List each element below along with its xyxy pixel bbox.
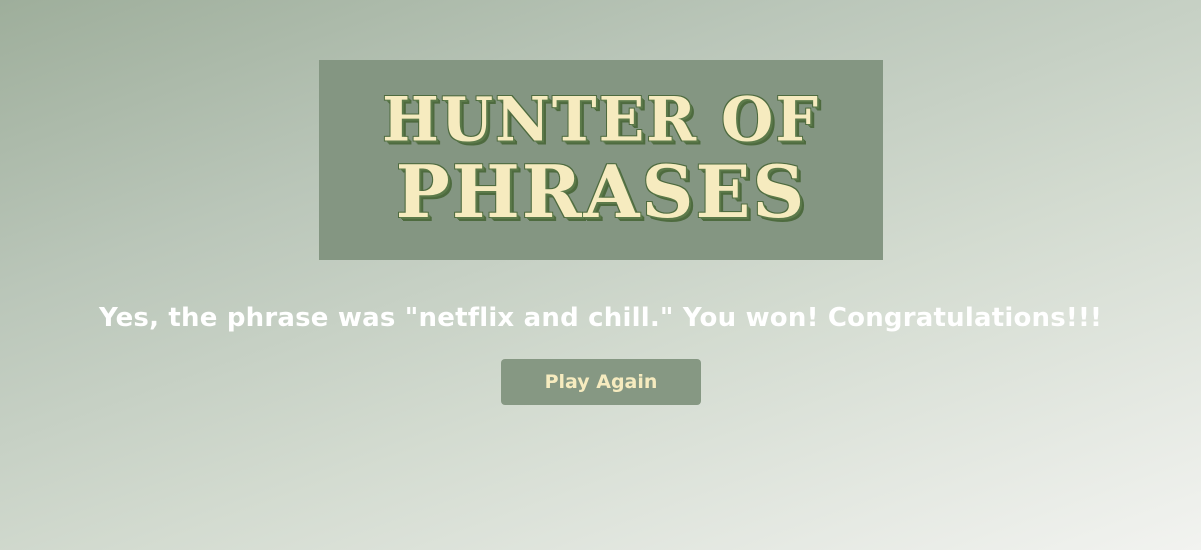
- result-message: Yes, the phrase was "netflix and chill."…: [98, 303, 1103, 333]
- play-again-button[interactable]: Play Again: [501, 359, 701, 405]
- title-line-2: PHRASES: [395, 149, 807, 234]
- title-line-1: HUNTER OF: [382, 84, 820, 156]
- title-banner: HUNTER OF PHRASES: [319, 60, 883, 260]
